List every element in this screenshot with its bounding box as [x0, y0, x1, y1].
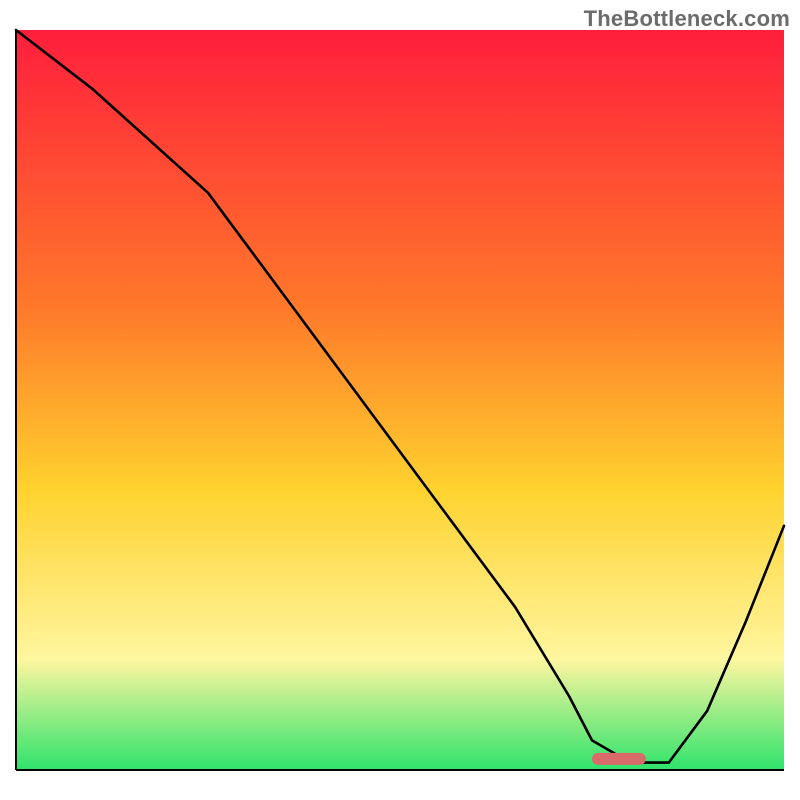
watermark-text: TheBottleneck.com [584, 6, 790, 32]
chart-stage: TheBottleneck.com [0, 0, 800, 800]
plot-background [16, 30, 784, 770]
optimal-marker [592, 753, 646, 765]
chart-svg [0, 0, 800, 800]
